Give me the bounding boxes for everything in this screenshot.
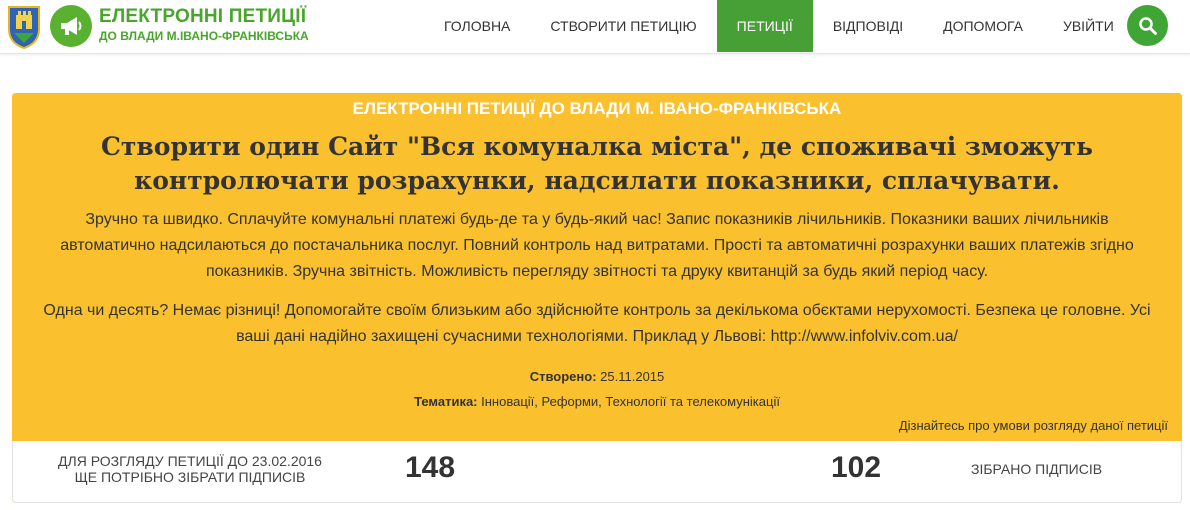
petition-body: ЕЛЕКТРОННІ ПЕТИЦІЇ ДО ВЛАДИ М. ІВАНО-ФРА… bbox=[12, 93, 1182, 441]
topic-label: Тематика: bbox=[414, 394, 478, 409]
search-button[interactable] bbox=[1127, 5, 1168, 46]
brand-title[interactable]: ЕЛЕКТРОННІ ПЕТИЦІЇ bbox=[99, 6, 306, 28]
signatures-collected-label: ЗІБРАНО ПІДПИСІВ bbox=[971, 461, 1103, 477]
brand-subtitle[interactable]: ДО ВЛАДИ М.ІВАНО-ФРАНКІВСЬКА bbox=[99, 29, 309, 43]
megaphone-icon[interactable] bbox=[50, 5, 92, 47]
signature-bar: ДЛЯ РОЗГЛЯДУ ПЕТИЦІЇ ДО 23.02.2016 ЩЕ ПО… bbox=[12, 441, 1182, 503]
petition-paragraph-2: Одна чи десять? Немає різниці! Допомогай… bbox=[43, 302, 1151, 345]
main-nav: Головна Створити петицію Петиції Відпові… bbox=[424, 0, 1134, 54]
petition-created: Створено: 25.11.2015 bbox=[12, 369, 1182, 384]
petition-kicker: ЕЛЕКТРОННІ ПЕТИЦІЇ ДО ВЛАДИ М. ІВАНО-ФРА… bbox=[352, 99, 842, 118]
nav-create-petition[interactable]: Створити петицію bbox=[530, 0, 716, 52]
petition-card: ЕЛЕКТРОННІ ПЕТИЦІЇ ДО ВЛАДИ М. ІВАНО-ФРА… bbox=[12, 93, 1182, 503]
needed-line-2: ЩЕ ПОТРІБНО ЗІБРАТИ ПІДПИСІВ bbox=[74, 469, 306, 485]
petition-paragraph-1: Зручно та швидко. Сплачуйте комунальні п… bbox=[60, 211, 1134, 280]
petition-topic: Тематика: Інновації, Реформи, Технології… bbox=[12, 394, 1182, 409]
created-date: 25.11.2015 bbox=[600, 369, 665, 384]
nav-help[interactable]: Допомога bbox=[923, 0, 1043, 52]
site-header: ЕЛЕКТРОННІ ПЕТИЦІЇ ДО ВЛАДИ М.ІВАНО-ФРАН… bbox=[0, 0, 1190, 54]
signatures-needed-count: 148 bbox=[405, 451, 456, 484]
petition-title: Створити один Сайт "Вся комуналка міста"… bbox=[101, 132, 1093, 195]
nav-home[interactable]: Головна bbox=[424, 0, 530, 52]
nav-login[interactable]: Увійти bbox=[1043, 0, 1134, 52]
needed-line-1: ДЛЯ РОЗГЛЯДУ ПЕТИЦІЇ ДО 23.02.2016 bbox=[58, 453, 322, 469]
coat-of-arms-icon[interactable] bbox=[6, 3, 42, 49]
nav-responses[interactable]: Відповіді bbox=[813, 0, 923, 52]
topic-value: Інновації, Реформи, Технології та телеко… bbox=[481, 394, 780, 409]
created-label: Створено: bbox=[529, 369, 597, 384]
signatures-needed-text: ДЛЯ РОЗГЛЯДУ ПЕТИЦІЇ ДО 23.02.2016 ЩЕ ПО… bbox=[35, 453, 345, 485]
nav-petitions[interactable]: Петиції bbox=[716, 0, 813, 52]
search-icon bbox=[1138, 16, 1157, 35]
petition-terms-link[interactable]: Дізнайтесь про умови розгляду даної пети… bbox=[899, 418, 1168, 433]
signatures-collected-count: 102 bbox=[831, 451, 882, 484]
